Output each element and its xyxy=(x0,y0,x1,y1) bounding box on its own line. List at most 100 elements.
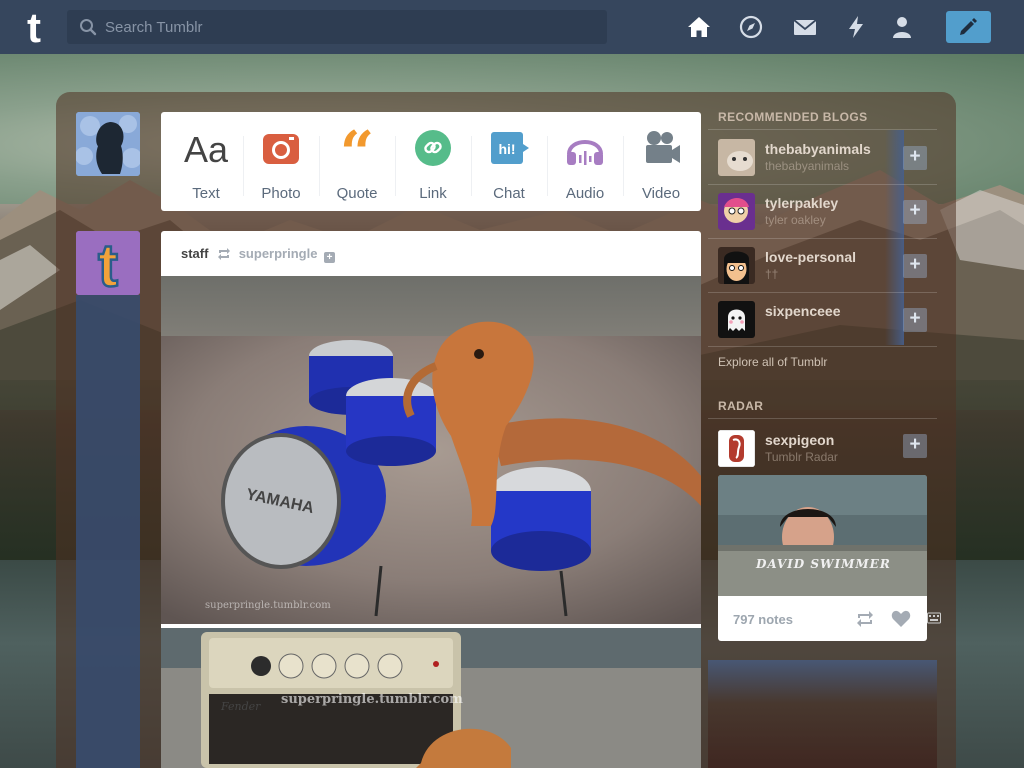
radar-image[interactable]: DAVID SWIMMER xyxy=(718,475,927,596)
kitten-avatar-icon xyxy=(718,139,755,176)
explore-all-link[interactable]: Explore all of Tumblr xyxy=(718,355,827,369)
blog-name: tylerpakley xyxy=(765,195,839,211)
mail-icon[interactable] xyxy=(792,14,818,40)
divider xyxy=(708,184,937,185)
post-header: staff superpringle + xyxy=(181,246,336,263)
lightning-icon[interactable] xyxy=(843,14,869,40)
sidebar-fade-bottom xyxy=(708,660,937,768)
blog-avatar xyxy=(718,247,755,284)
divider xyxy=(319,136,320,196)
search-icon xyxy=(80,19,97,36)
recommended-blog-item[interactable]: love-personal †† xyxy=(718,247,928,287)
follow-button[interactable]: + xyxy=(903,200,927,224)
post-type-label: Audio xyxy=(565,185,605,202)
post-type-audio[interactable]: Audio xyxy=(550,128,620,206)
post-type-label: Link xyxy=(419,185,447,202)
blog-subtitle: †† xyxy=(765,267,779,281)
blog-name: sexpigeon xyxy=(765,432,835,448)
post-avatar-rail xyxy=(76,295,140,768)
home-icon[interactable] xyxy=(686,14,712,40)
post-type-label: Video xyxy=(641,185,681,202)
post-type-label: Text xyxy=(192,185,220,202)
blog-subtitle: Tumblr Radar xyxy=(765,450,838,464)
recommended-blogs-title: RECOMMENDED BLOGS xyxy=(718,110,868,124)
ghost-avatar-icon xyxy=(718,301,755,338)
staff-avatar[interactable]: t xyxy=(76,231,140,295)
post-type-bar: Aa Text Photo “ Quote Link hi! Chat Audi… xyxy=(161,112,701,211)
tumblr-t-avatar-icon: t xyxy=(76,231,140,295)
reblogged-from[interactable]: superpringle xyxy=(239,246,318,261)
reblog-icon[interactable] xyxy=(855,610,875,628)
follow-plus-icon[interactable]: + xyxy=(324,252,336,263)
blog-avatar xyxy=(718,430,755,467)
heart-icon[interactable] xyxy=(891,610,911,628)
blog-name: love-personal xyxy=(765,249,857,265)
compass-icon[interactable] xyxy=(738,14,764,40)
follow-button[interactable]: + xyxy=(903,308,927,332)
keyboard-icon[interactable] xyxy=(927,612,941,624)
post-type-photo[interactable]: Photo xyxy=(246,128,316,206)
post-type-label: Chat xyxy=(493,185,525,202)
divider xyxy=(243,136,244,196)
headphones-icon xyxy=(567,140,603,165)
quote-icon: “ xyxy=(340,119,375,189)
reblog-icon xyxy=(218,248,231,260)
post-type-text[interactable]: Aa Text xyxy=(171,128,241,206)
image-watermark: superpringle.tumblr.com xyxy=(281,692,463,707)
radar-post-footer: 797 notes xyxy=(718,596,927,641)
top-navigation-bar: t xyxy=(0,0,1024,54)
compose-button[interactable] xyxy=(946,11,991,43)
recommended-blog-item[interactable]: tylerpakley tyler oakley xyxy=(718,193,928,233)
link-icon xyxy=(415,130,451,166)
post-type-chat[interactable]: hi! Chat xyxy=(474,128,544,206)
notes-count[interactable]: 797 notes xyxy=(733,612,793,627)
divider xyxy=(708,292,937,293)
gif-caption: DAVID SWIMMER xyxy=(756,557,891,571)
recommended-blog-item[interactable]: thebabyanimals thebabyanimals xyxy=(718,139,928,179)
search-box[interactable] xyxy=(67,10,607,44)
silhouette-avatar-icon xyxy=(76,112,140,176)
divider xyxy=(547,136,548,196)
tumblr-logo-icon[interactable]: t xyxy=(16,7,52,47)
post-type-link[interactable]: Link xyxy=(398,128,468,206)
svg-text:Aa: Aa xyxy=(184,129,228,168)
svg-text:“: “ xyxy=(340,128,375,168)
camera-icon xyxy=(263,134,299,164)
radar-blog-item[interactable]: sexpigeon Tumblr Radar xyxy=(718,430,928,470)
blog-avatar xyxy=(718,139,755,176)
pigeon-avatar-icon xyxy=(718,430,755,467)
follow-button[interactable]: + xyxy=(903,146,927,170)
cartoon-girl-avatar-icon xyxy=(718,247,755,284)
pencil-icon xyxy=(960,18,977,35)
my-avatar[interactable] xyxy=(76,112,140,176)
person-icon[interactable] xyxy=(889,14,915,40)
lizard-drummer-image: YAMAHA xyxy=(161,276,701,624)
post-author[interactable]: staff xyxy=(181,246,208,261)
blog-name: sixpenceee xyxy=(765,303,841,319)
divider xyxy=(708,346,937,347)
follow-button[interactable]: + xyxy=(903,434,927,458)
radar-title: RADAR xyxy=(718,399,764,413)
svg-text:hi!: hi! xyxy=(498,141,515,157)
chat-bubble-icon: hi! xyxy=(491,132,529,164)
colorful-face-avatar-icon xyxy=(718,193,755,230)
divider xyxy=(623,136,624,196)
divider xyxy=(471,136,472,196)
blog-subtitle: tyler oakley xyxy=(765,213,826,227)
recommended-blog-item[interactable]: sixpenceee xyxy=(718,301,928,341)
video-camera-icon xyxy=(646,131,680,163)
dashboard-post: staff superpringle + YAMAHA superpringle… xyxy=(161,231,701,768)
post-type-label: Photo xyxy=(261,185,301,202)
search-input[interactable] xyxy=(105,10,600,44)
divider xyxy=(708,418,937,419)
post-photo-amp[interactable]: superpringle.tumblr.com Fender xyxy=(161,628,701,768)
image-watermark: superpringle.tumblr.com xyxy=(205,600,331,611)
divider xyxy=(395,136,396,196)
post-photo-drums[interactable]: YAMAHA superpringle.tumblr.com xyxy=(161,276,701,624)
post-type-quote[interactable]: “ Quote xyxy=(322,119,392,206)
tv-show-gif-image xyxy=(718,475,927,596)
post-type-video[interactable]: Video xyxy=(626,128,696,206)
svg-text:t: t xyxy=(27,7,41,47)
blog-avatar xyxy=(718,193,755,230)
follow-button[interactable]: + xyxy=(903,254,927,278)
